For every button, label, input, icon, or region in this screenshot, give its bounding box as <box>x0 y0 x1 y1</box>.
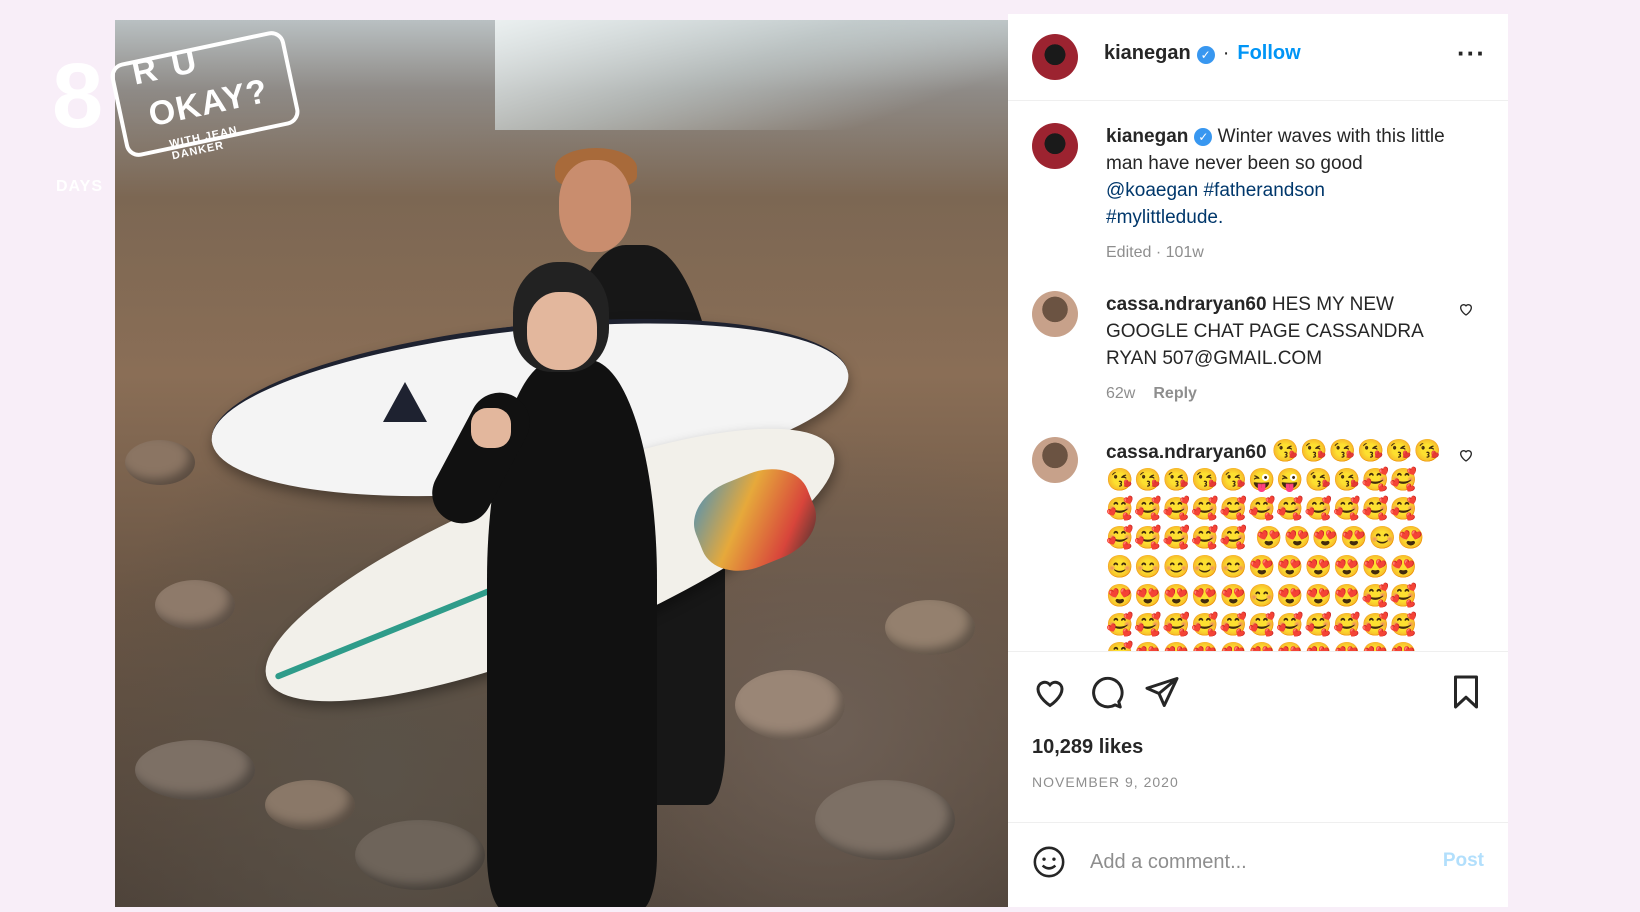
caption-username[interactable]: kianegan <box>1106 126 1188 147</box>
verified-icon: ✓ <box>1196 45 1215 64</box>
photo-rock <box>135 740 255 800</box>
comment-emojis: 😘😘😘😘😘😘😘😘😘😘😘😜😜😘😘🥰🥰🥰🥰🥰🥰🥰🥰🥰🥰🥰🥰🥰🥰🥰🥰🥰🥰 😍😍😍😍😊😍… <box>1106 438 1443 651</box>
like-count[interactable]: 10,289 likes <box>1032 736 1143 759</box>
caption-body: kianegan ✓ Winter waves with this little … <box>1106 123 1446 266</box>
comment-meta: 62w Reply <box>1106 380 1446 407</box>
comment-body: cassa.ndraryan60 HES MY NEW GOOGLE CHAT … <box>1106 291 1446 407</box>
watermark-days: DAYS <box>56 178 103 195</box>
post-actions: 10,289 likes NOVEMBER 9, 2020 <box>1008 651 1508 822</box>
watermark-number: 8 <box>52 45 104 147</box>
follow-button[interactable]: Follow <box>1237 42 1300 64</box>
photo-man-face <box>559 160 631 252</box>
caption-hashtag[interactable]: #mylittledude. <box>1106 207 1223 228</box>
post-date: NOVEMBER 9, 2020 <box>1032 774 1179 790</box>
comment-input[interactable] <box>1088 843 1412 881</box>
caption-hashtag[interactable]: #fatherandson <box>1203 180 1325 201</box>
post-header: kianegan ✓ · Follow ··· <box>1008 14 1508 101</box>
photo-rock <box>815 780 955 860</box>
comment-icon[interactable] <box>1088 674 1124 710</box>
commenter-username[interactable]: cassa.ndraryan60 <box>1106 294 1267 315</box>
comment-body: cassa.ndraryan60 😘😘😘😘😘😘😘😘😘😘😘😜😜😘😘🥰🥰🥰🥰🥰🥰🥰🥰… <box>1106 437 1446 651</box>
photo-rock <box>885 600 975 655</box>
photo-surf <box>495 20 1008 130</box>
author-username[interactable]: kianegan <box>1104 42 1191 64</box>
like-comment-heart-icon[interactable] <box>1458 301 1474 317</box>
comment-time: 62w <box>1106 385 1136 402</box>
author-avatar[interactable] <box>1032 34 1078 80</box>
smile-icon[interactable] <box>1032 845 1066 879</box>
comments-scroll[interactable]: kianegan ✓ Winter waves with this little … <box>1008 101 1508 651</box>
like-comment-heart-icon[interactable] <box>1458 447 1474 463</box>
header-user-row: kianegan ✓ · Follow <box>1104 42 1301 65</box>
commenter-avatar[interactable] <box>1032 437 1078 483</box>
photo-rock <box>735 670 845 740</box>
post-comment-button[interactable]: Post <box>1443 850 1484 872</box>
caption-avatar[interactable] <box>1032 123 1078 169</box>
photo-rock <box>265 780 355 830</box>
verified-icon: ✓ <box>1194 127 1213 146</box>
photo-rock <box>125 440 195 485</box>
commenter-avatar[interactable] <box>1032 291 1078 337</box>
photo-rock <box>155 580 235 630</box>
photo-rock <box>355 820 485 890</box>
heart-icon[interactable] <box>1032 674 1068 710</box>
reply-button[interactable]: Reply <box>1153 385 1197 402</box>
share-icon[interactable] <box>1144 674 1180 710</box>
caption-meta: Edited · 101w <box>1106 244 1204 261</box>
show-watermark-logo: 8 R U OKAY? WITH JEAN DANKER DAYS <box>52 28 303 195</box>
photo-kid-face <box>527 292 597 370</box>
bookmark-icon[interactable] <box>1448 674 1484 710</box>
caption-mention[interactable]: @koaegan <box>1106 180 1198 201</box>
comment-bar: Post <box>1008 822 1508 908</box>
photo-kid-hand <box>471 408 511 448</box>
post-side-panel: kianegan ✓ · Follow ··· kianegan ✓ Winter wa… <box>1008 14 1508 907</box>
more-icon[interactable]: ··· <box>1457 38 1486 69</box>
commenter-username[interactable]: cassa.ndraryan60 <box>1106 442 1267 463</box>
board-logo <box>383 382 427 422</box>
header-separator: · <box>1222 42 1230 64</box>
